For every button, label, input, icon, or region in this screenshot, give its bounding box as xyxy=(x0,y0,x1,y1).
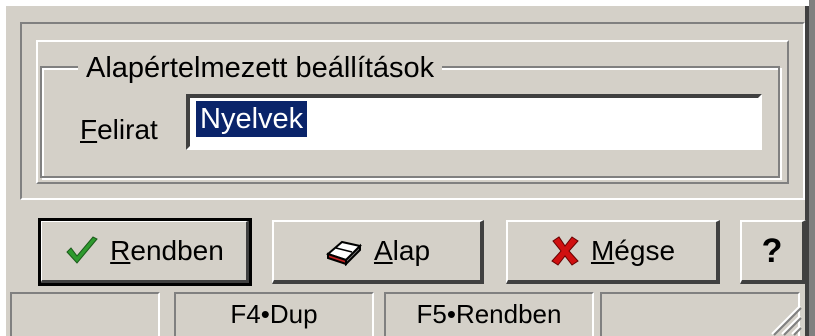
checkmark-icon xyxy=(64,235,100,267)
eraser-icon xyxy=(324,236,364,266)
status-bar: F4•Dup F5•Rendben xyxy=(10,292,810,336)
default-button-mnemonic: A xyxy=(373,235,393,266)
window-border-right-inner xyxy=(805,6,809,336)
caption-input-value: Nyelvek xyxy=(196,101,308,137)
ok-button-rest: endben xyxy=(130,235,224,266)
cross-icon xyxy=(549,235,581,267)
dialog-window: Alapértelmezett beállítások Felirat Nyel… xyxy=(0,0,815,336)
ok-button-mnemonic: R xyxy=(110,235,131,266)
ok-button-label: Rendben xyxy=(110,235,224,267)
status-cell-f5[interactable]: F5•Rendben xyxy=(384,292,594,336)
window-border-left xyxy=(0,0,6,336)
default-button[interactable]: Alap xyxy=(272,220,484,284)
window-border-right xyxy=(809,0,815,336)
window-border-top xyxy=(0,0,815,6)
cancel-button-rest: égse xyxy=(614,235,676,266)
group-title: Alapértelmezett beállítások xyxy=(78,50,443,86)
cancel-button[interactable]: Mégse xyxy=(506,220,720,284)
help-button[interactable]: ? xyxy=(740,220,806,284)
resize-grip-icon[interactable] xyxy=(768,302,802,336)
caption-label-rest: elirat xyxy=(97,114,158,145)
caption-label: Felirat xyxy=(80,112,158,148)
default-button-rest: lap xyxy=(392,235,431,266)
cancel-button-label: Mégse xyxy=(591,235,675,267)
caption-label-mnemonic: F xyxy=(80,114,98,145)
cancel-button-mnemonic: M xyxy=(590,235,615,266)
ok-button[interactable]: Rendben xyxy=(38,218,252,286)
status-cell-empty xyxy=(10,292,160,336)
default-button-label: Alap xyxy=(374,235,430,267)
status-cell-f4[interactable]: F4•Dup xyxy=(174,292,374,336)
